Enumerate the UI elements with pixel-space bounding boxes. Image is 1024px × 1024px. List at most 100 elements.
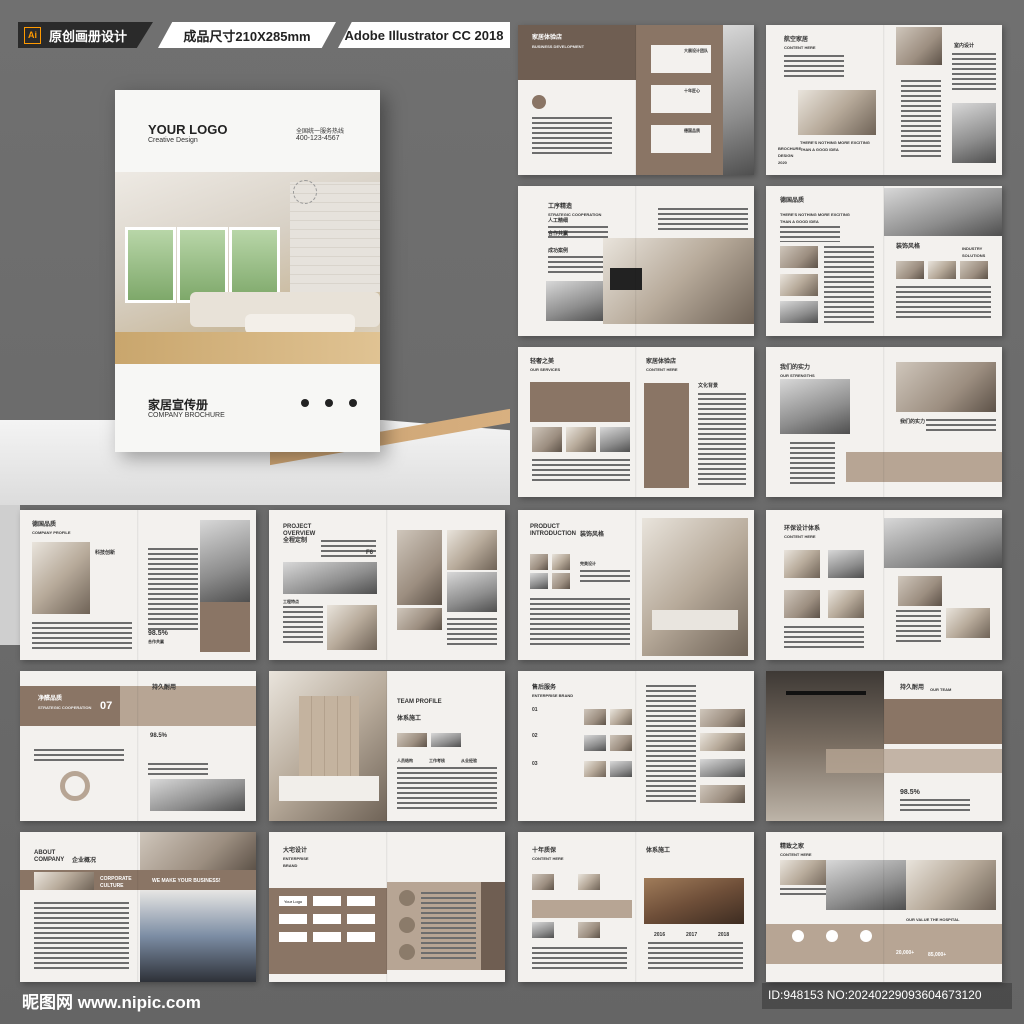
spread-item: 科技创新 [95, 550, 116, 556]
spread-caption: BROCHURE DESIGN 2020 [778, 146, 802, 165]
spread-item: WE MAKE YOUR BUSINESS! [152, 878, 221, 884]
spread-10: 环保设计体系 CONTENT HERE [766, 510, 1002, 660]
spread-item: 十年匠心 [684, 88, 700, 93]
image-id: ID:948153 NO:20240229093604673120 [768, 988, 982, 1002]
spread-subtitle: OUR STRENGTHS [780, 373, 815, 378]
spread-title: ABOUT COMPANY [34, 850, 65, 863]
cover-logo-sub: Creative Design [148, 137, 198, 144]
spread-item: 体系施工 [646, 848, 671, 854]
spread-item: INDUSTRY SOLUTIONS [962, 246, 986, 258]
spread-stat: 98.5% [150, 733, 168, 739]
spread-6: 我们的实力 OUR STRENGTHS 我们的实力 [766, 347, 1002, 497]
spread-subtitle: STRATEGIC COOPERATION [548, 212, 602, 217]
cover-hotline-number: 400-123-4567 [295, 135, 340, 142]
banner-tag-size: 成品尺寸210X285mm [158, 22, 336, 48]
spread-title: 工序精造 [548, 204, 573, 210]
spread-item: 工程特点 [283, 599, 299, 604]
cover-logo: YOUR LOGO [148, 122, 228, 137]
spread-4: 德国品质 THERE'S NOTHING MORE EXCITING THAN … [766, 186, 1002, 336]
timeline-year: 2016 [654, 932, 666, 938]
spread-title: 环保设计体系 [784, 526, 821, 532]
spread-3: 工序精造 STRATEGIC COOPERATION 人工精细 合作共赢 成功案… [518, 186, 754, 336]
spread-2: 航空家居 CONTENT HERE THERE'S NOTHING MORE E… [766, 25, 1002, 175]
banner-tag-software: Adobe Illustrator CC 2018 [338, 22, 510, 48]
spread-item: 合作共赢 [148, 639, 164, 644]
spread-subtitle: THERE'S NOTHING MORE EXCITING THAN A GOO… [780, 212, 850, 224]
spread-title: 大宅设计 [283, 848, 308, 854]
spread-item: 家居体验店 [646, 359, 677, 365]
spread-subtitle: COMPANY PROFILE [32, 530, 71, 535]
spread-number: 02 [532, 733, 538, 739]
spread-subtitle: 体系施工 [397, 716, 422, 722]
cover-hotline: 全国统一服务热线 400-123-4567 [296, 126, 344, 142]
spread-title: PRODUCT INTRODUCTION [530, 524, 576, 537]
spread-title: 家居体验店 [532, 35, 563, 41]
spread-subtitle: CONTENT HERE [784, 45, 816, 50]
spread-title: 净醛品质 [38, 696, 63, 702]
coffee-table [245, 314, 355, 334]
spread-subtitle: 全程定制 [283, 538, 308, 544]
spread-9: PRODUCT INTRODUCTION 装饰风格 完美设计 [518, 510, 754, 660]
window [125, 227, 176, 303]
spread-stat: 98.5% [900, 789, 920, 796]
spread-item: 德国品质 [684, 128, 700, 133]
spread-item: 从业经验 [461, 758, 477, 763]
logo-box: Your Logo [279, 896, 307, 906]
spread-11: 净醛品质 STRATEGIC COOPERATION 07 持久耐用 98.5% [20, 671, 256, 821]
spread-stat: 85,000+ [928, 952, 947, 958]
spread-item: CORPORATE CULTURE [100, 876, 132, 889]
spread-subtitle: CONTENT HERE [532, 856, 564, 861]
spread-title: 持久耐用 [900, 685, 925, 691]
spread-item: 室内设计 [954, 43, 975, 49]
spread-number: 01 [532, 707, 538, 713]
spread-12: TEAM PROFILE 体系施工 人员结构 工作考核 从业经验 [269, 671, 505, 821]
cover-photo [115, 172, 380, 364]
spread-7: 德国品质 COMPANY PROFILE 科技创新 98.5% 合作共赢 [20, 510, 256, 660]
timeline-year: 2017 [686, 932, 698, 938]
spread-8: PROJECT OVERVIEW 全程定制 F6 工程特点 [269, 510, 505, 660]
spread-subtitle: CONTENT HERE [784, 534, 816, 539]
spread-title: 精致之家 [780, 844, 805, 850]
spread-subtitle: ENTERPRISE BRAND [532, 693, 574, 698]
spread-item: 人工精细 [548, 218, 569, 224]
spread-subtitle: BUSINESS DEVELOPMENT [532, 44, 585, 49]
spread-14: 持久耐用 OUR TEAM 98.5% [766, 671, 1002, 821]
spread-item: 工作考核 [429, 758, 445, 763]
timeline-year: 2018 [718, 932, 730, 938]
spread-subtitle: ENTERPRISE BRAND [283, 856, 309, 868]
spread-item: CONTENT HERE [646, 367, 678, 372]
watermark-site: 昵图网 www.nipic.com [22, 993, 201, 1012]
spread-title: 德国品质 [780, 198, 805, 204]
spread-item: 持久耐用 [152, 685, 177, 691]
spread-caption: THERE'S NOTHING MORE EXCITING THAN A GOO… [800, 140, 870, 152]
spread-item: 人员结构 [397, 758, 413, 763]
spread-subtitle: OUR TEAM [930, 687, 952, 692]
banner-tag-design: Ai 原创画册设计 [18, 22, 153, 48]
spread-18: 精致之家 CONTENT HERE OUR VALUE THE HOSPITAL… [766, 832, 1002, 982]
spread-1: 家居体验店 BUSINESS DEVELOPMENT 大展设计团队 十年匠心 德… [518, 25, 754, 175]
spread-15: ABOUT COMPANY 企业概况 CORPORATE CULTURE WE … [20, 832, 256, 982]
spread-13: 售后服务 ENTERPRISE BRAND 01 02 03 [518, 671, 754, 821]
spread-title: 十年质保 [532, 848, 557, 854]
spread-subtitle: CONTENT HERE [780, 852, 812, 857]
mail-icon [325, 399, 333, 407]
spread-number: 07 [100, 700, 113, 712]
phone-icon [301, 399, 309, 407]
cover-title-en: COMPANY BROCHURE [148, 412, 225, 419]
wood-floor [115, 332, 380, 364]
spread-number: 03 [532, 761, 538, 767]
spread-item: 大展设计团队 [684, 48, 708, 53]
spread-item: 我们的实力 [900, 419, 926, 425]
spread-item: 装饰风格 [896, 244, 921, 250]
spread-title: 航空家居 [784, 37, 809, 43]
spread-subtitle: 装饰风格 [580, 532, 605, 538]
spread-stat: 98.5% [148, 630, 168, 637]
spread-item: 完美设计 [580, 561, 596, 566]
spread-stat: 20,000+ [896, 950, 915, 956]
spread-item: OUR VALUE THE HOSPITAL [906, 917, 960, 922]
spread-title: TEAM PROFILE [397, 699, 442, 705]
spread-title: 我们的实力 [780, 365, 811, 371]
spread-title: 售后服务 [532, 685, 557, 691]
spread-17: 十年质保 CONTENT HERE 体系施工 2016 2017 2018 [518, 832, 754, 982]
spread-subtitle: OUR SERVICES [530, 367, 561, 372]
